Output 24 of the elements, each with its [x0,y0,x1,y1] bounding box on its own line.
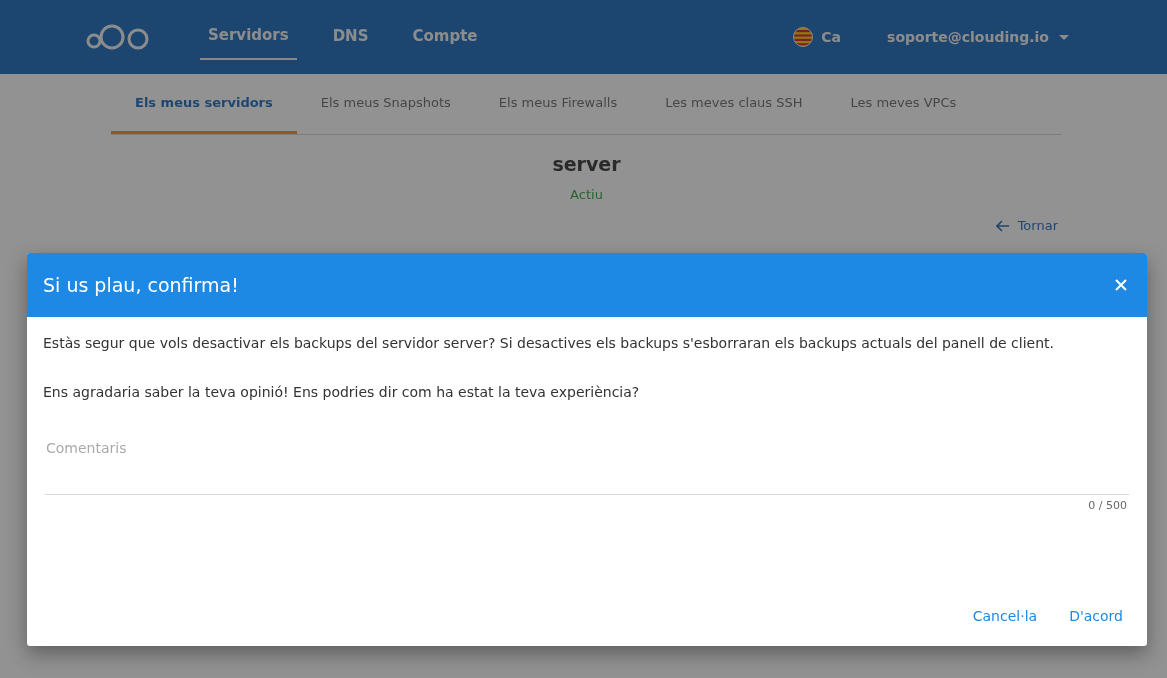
nav-tab[interactable]: Servidors [200,12,297,60]
dialog-message: Ens agradaria saber la teva opinió! Ens podries dir com ha estat la teva experiència? [43,383,641,402]
flag-icon[interactable] [793,27,814,47]
character-counter: 0 / 500 [1088,499,1127,512]
section-tab[interactable]: Els meus servidors [111,74,297,134]
nav-tab[interactable]: DNS [324,0,377,74]
section-tab[interactable]: Els meus Firewalls [474,74,642,134]
close-icon [1115,279,1127,291]
dialog-button[interactable]: Cancel·la [960,600,1050,632]
back-link[interactable]: Tornar [995,218,1058,233]
dialog-title: Si us plau, confirma! [43,274,239,296]
language-label[interactable]: Ca [821,29,842,45]
server-status: Actiu [570,187,603,202]
dialog-button[interactable]: D'acord [1057,600,1135,632]
dialog-message: Estàs segur que vols desactivar els backups del servidor server? Si desactives els backups s'esborraran els backups actuals del panell de client. [43,334,1055,353]
arrow-left-icon [995,219,1010,232]
server-name: server [552,153,621,175]
nav-tab[interactable]: Compte [404,0,486,74]
section-tab[interactable]: Les meves VPCs [826,74,981,134]
account-menu[interactable]: soporte@clouding.io [887,29,1049,45]
caret-icon[interactable] [1059,34,1069,40]
logo-icon [86,23,150,51]
section-tab[interactable]: Les meves claus SSH [641,74,827,134]
section-tab[interactable]: Els meus Snapshots [296,74,475,134]
